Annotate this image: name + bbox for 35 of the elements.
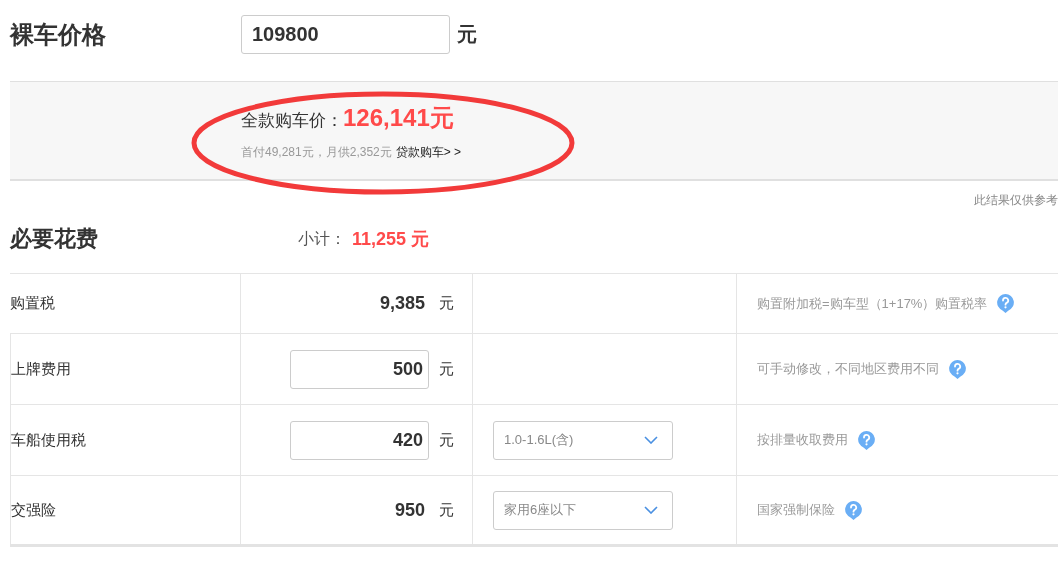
fee-hint: 购置附加税=购车型（1+17%）购置税率 — [757, 294, 988, 313]
fee-amount: 9,385 — [379, 293, 425, 314]
loan-link[interactable]: 贷款购车> > — [395, 144, 462, 161]
price-input[interactable]: 109800 — [241, 15, 450, 54]
fee-hint: 国家强制保险 — [757, 501, 835, 519]
fee-hint: 可手动修改，不同地区费用不同 — [757, 360, 939, 378]
payment-detail: 首付49,281元，月供2,352元 — [241, 144, 392, 161]
full-price-value: 126,141元 — [343, 103, 454, 133]
fee-name: 交强险 — [11, 500, 56, 520]
fee-name: 购置税 — [10, 294, 55, 313]
option-dropdown[interactable]: 1.0-1.6L(含) — [493, 420, 673, 460]
full-price-label: 全款购车价： — [241, 110, 343, 132]
chevron-down-icon — [644, 506, 658, 514]
fee-input[interactable]: 500 — [290, 349, 429, 389]
unit-label: 元 — [457, 22, 477, 47]
section-title: 必要花费 — [10, 225, 99, 253]
help-icon[interactable] — [858, 430, 875, 450]
option-dropdown[interactable]: 家用6座以下 — [493, 490, 673, 530]
fee-amount: 950 — [394, 499, 425, 521]
disclaimer-text: 此结果仅供参考 — [973, 192, 1058, 208]
subtotal-value: 11,255 元 — [352, 228, 430, 251]
subtotal-label: 小计： — [298, 228, 346, 249]
help-icon[interactable] — [949, 359, 966, 379]
fee-name: 上牌费用 — [11, 359, 71, 379]
help-icon[interactable] — [845, 500, 862, 520]
fee-hint: 按排量收取费用 — [757, 431, 848, 449]
unit-label: 元 — [439, 359, 454, 379]
chevron-down-icon — [644, 436, 658, 444]
price-label: 裸车价格 — [10, 19, 107, 50]
unit-label: 元 — [439, 294, 454, 313]
unit-label: 元 — [439, 430, 454, 450]
fee-input[interactable]: 420 — [290, 420, 429, 460]
fee-name: 车船使用税 — [11, 430, 86, 450]
unit-label: 元 — [439, 500, 454, 520]
help-icon[interactable] — [997, 294, 1015, 313]
